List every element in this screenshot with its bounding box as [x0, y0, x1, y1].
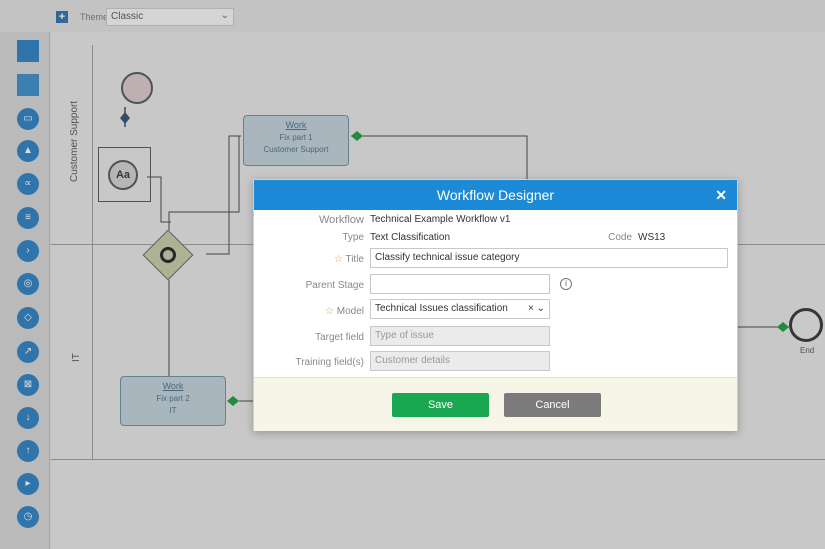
info-icon[interactable]: i — [560, 278, 572, 290]
workflow-label: Workflow — [318, 214, 364, 226]
type-value: Text Classification — [370, 232, 451, 243]
target-field-input: Type of issue — [370, 326, 550, 346]
title-label: ☆ Title — [254, 254, 364, 265]
code-label: Code — [608, 232, 632, 243]
dialog-header: Workflow Designer ✕ — [254, 180, 737, 210]
model-select[interactable]: Technical Issues classification × ⌄ — [370, 299, 550, 319]
required-star-icon: ☆ — [333, 254, 343, 265]
clear-and-dropdown-icon[interactable]: × ⌄ — [528, 303, 545, 314]
model-select-value: Technical Issues classification — [375, 303, 508, 314]
dialog-title: Workflow Designer — [436, 187, 555, 203]
workflow-designer-dialog: Workflow Designer ✕ Workflow Technical E… — [253, 179, 738, 431]
workflow-value: Technical Example Workflow v1 — [370, 214, 511, 225]
title-label-text: Title — [345, 254, 364, 265]
parent-stage-input[interactable] — [370, 274, 550, 294]
code-value: WS13 — [638, 232, 666, 243]
parent-stage-label: Parent Stage — [305, 280, 364, 291]
dialog-footer: Save Cancel — [254, 377, 737, 431]
title-input[interactable]: Classify technical issue category — [370, 248, 728, 268]
target-field-label: Target field — [315, 332, 364, 343]
model-label: ☆ Model — [254, 306, 364, 317]
save-button[interactable]: Save — [392, 393, 489, 417]
model-label-text: Model — [336, 306, 364, 317]
type-label: Type — [342, 232, 364, 243]
training-fields-input: Customer details — [370, 351, 550, 371]
cancel-button[interactable]: Cancel — [504, 393, 601, 417]
training-fields-label: Training field(s) — [295, 357, 364, 368]
close-icon[interactable]: ✕ — [715, 180, 727, 210]
required-star-icon: ☆ — [325, 306, 334, 317]
